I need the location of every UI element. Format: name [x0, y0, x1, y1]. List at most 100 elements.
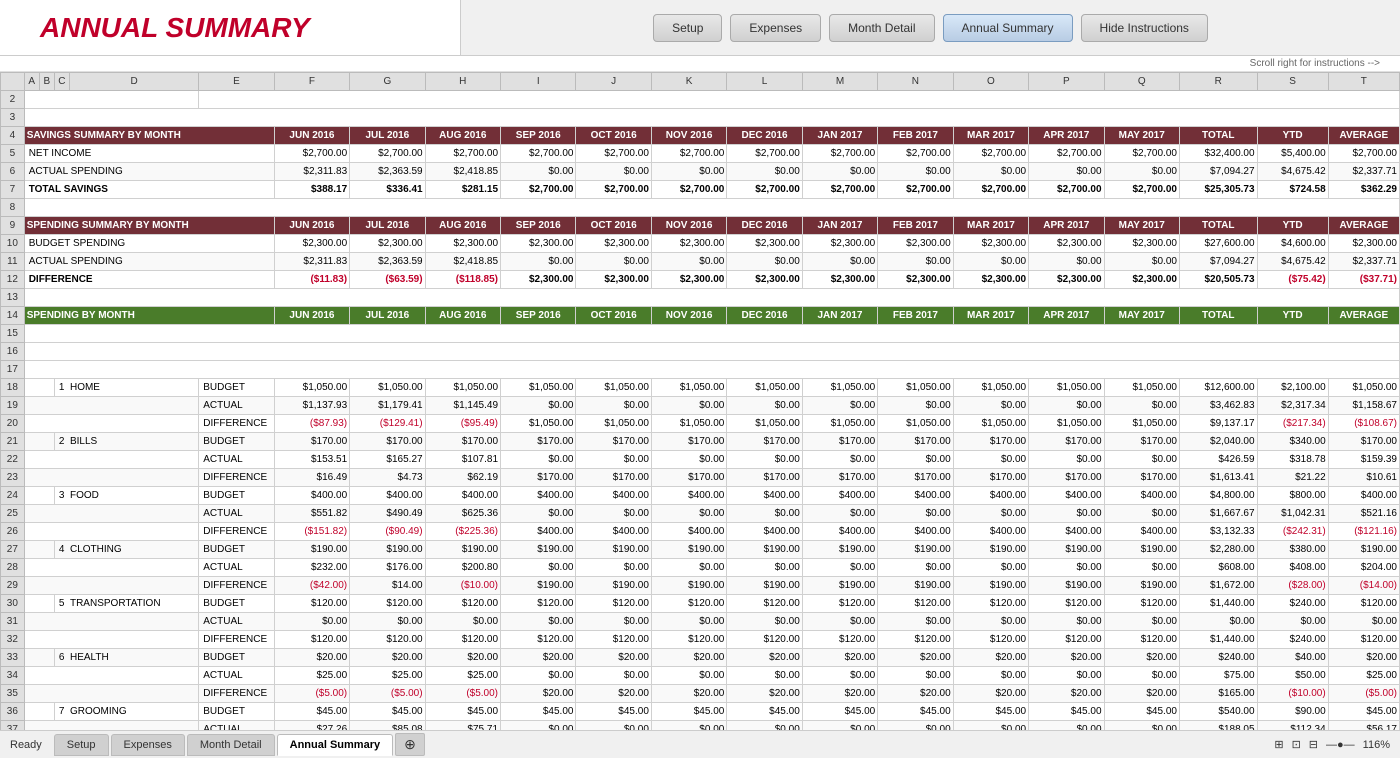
savings-jan: JAN 2017	[802, 127, 877, 145]
total-savings-label: TOTAL SAVINGS	[24, 181, 274, 199]
col-n: N	[878, 73, 953, 91]
view-break-icon[interactable]: ⊟	[1309, 738, 1318, 751]
col-k: K	[651, 73, 726, 91]
col-e: E	[199, 73, 274, 91]
row-17: 17	[1, 361, 1400, 379]
bills-budget-row: 21 2 BILLS BUDGET $170.00 $170.00 $170.0…	[1, 433, 1400, 451]
difference-summary-row: 12 DIFFERENCE ($11.83) ($63.59) ($118.85…	[1, 271, 1400, 289]
month-detail-button[interactable]: Month Detail	[829, 14, 934, 42]
col-a: A	[24, 73, 39, 91]
col-l: L	[727, 73, 802, 91]
health-diff-row: 35 DIFFERENCE ($5.00) ($5.00) ($5.00) $2…	[1, 685, 1400, 703]
buttons-area: Setup Expenses Month Detail Annual Summa…	[460, 0, 1400, 55]
savings-section-header: SAVINGS SUMMARY BY MONTH	[24, 127, 274, 145]
col-s: S	[1257, 73, 1328, 91]
col-h: H	[425, 73, 500, 91]
col-i: I	[501, 73, 576, 91]
expenses-button[interactable]: Expenses	[730, 14, 821, 42]
home-budget-row: 18 1 HOME BUDGET $1,050.00 $1,050.00 $1,…	[1, 379, 1400, 397]
ready-label: Ready	[10, 739, 42, 751]
status-left: Ready Setup Expenses Month Detail Annual…	[10, 733, 425, 756]
status-right: ⊞ ⊡ ⊟ —●— 116%	[1274, 738, 1390, 751]
savings-jul: JUL 2016	[350, 127, 425, 145]
savings-feb: FEB 2017	[878, 127, 953, 145]
annual-summary-button[interactable]: Annual Summary	[943, 14, 1073, 42]
savings-nov: NOV 2016	[651, 127, 726, 145]
savings-may: MAY 2017	[1104, 127, 1179, 145]
col-m: M	[802, 73, 877, 91]
grooming-budget-row: 36 7 GROOMING BUDGET $45.00 $45.00 $45.0…	[1, 703, 1400, 721]
tab-setup[interactable]: Setup	[54, 734, 109, 756]
grid-wrapper: A B C D E F G H I J K L M N O P Q	[0, 72, 1400, 730]
col-p: P	[1029, 73, 1104, 91]
scroll-hint: Scroll right for instructions -->	[1250, 58, 1380, 69]
zoom-slider[interactable]: —●—	[1326, 739, 1355, 751]
top-area: ANNUAL SUMMARY Setup Expenses Month Deta…	[0, 0, 1400, 56]
col-b: B	[39, 73, 54, 91]
spending-section-header: SPENDING SUMMARY BY MONTH	[24, 217, 274, 235]
savings-apr: APR 2017	[1029, 127, 1104, 145]
add-sheet-button[interactable]: ⊕	[395, 733, 425, 756]
food-budget-row: 24 3 FOOD BUDGET $400.00 $400.00 $400.00…	[1, 487, 1400, 505]
transportation-diff-row: 32 DIFFERENCE $120.00 $120.00 $120.00 $1…	[1, 631, 1400, 649]
tab-annual-summary[interactable]: Annual Summary	[277, 734, 393, 756]
view-normal-icon[interactable]: ⊞	[1274, 738, 1283, 751]
zoom-level: 116%	[1363, 739, 1390, 751]
actual-spending-savings-row: 6 ACTUAL SPENDING $2,311.83 $2,363.59 $2…	[1, 163, 1400, 181]
col-t: T	[1328, 73, 1399, 91]
net-income-row: 5 NET INCOME $2,700.00 $2,700.00 $2,700.…	[1, 145, 1400, 163]
savings-oct: OCT 2016	[576, 127, 651, 145]
tab-expenses[interactable]: Expenses	[111, 734, 185, 756]
savings-aug: AUG 2016	[425, 127, 500, 145]
col-q: Q	[1104, 73, 1179, 91]
clothing-actual-row: 28 ACTUAL $232.00 $176.00 $200.80 $0.00 …	[1, 559, 1400, 577]
title-area: ANNUAL SUMMARY	[0, 0, 460, 55]
food-actual-row: 25 ACTUAL $551.82 $490.49 $625.36 $0.00 …	[1, 505, 1400, 523]
home-diff-row: 20 DIFFERENCE ($87.93) ($129.41) ($95.49…	[1, 415, 1400, 433]
savings-jun: JUN 2016	[274, 127, 349, 145]
transportation-budget-row: 30 5 TRANSPORTATION BUDGET $120.00 $120.…	[1, 595, 1400, 613]
setup-button[interactable]: Setup	[653, 14, 722, 42]
col-j: J	[576, 73, 651, 91]
col-g: G	[350, 73, 425, 91]
spending-by-month-header: SPENDING BY MONTH	[24, 307, 274, 325]
budget-spending-row: 10 BUDGET SPENDING $2,300.00 $2,300.00 $…	[1, 235, 1400, 253]
col-c: C	[54, 73, 69, 91]
corner-cell	[1, 73, 25, 91]
health-actual-row: 34 ACTUAL $25.00 $25.00 $25.00 $0.00 $0.…	[1, 667, 1400, 685]
row-13: 13	[1, 289, 1400, 307]
food-diff-row: 26 DIFFERENCE ($151.82) ($90.49) ($225.3…	[1, 523, 1400, 541]
savings-total: TOTAL	[1179, 127, 1257, 145]
app-container: ANNUAL SUMMARY Setup Expenses Month Deta…	[0, 0, 1400, 758]
row-16: 16	[1, 343, 1400, 361]
status-bar: Ready Setup Expenses Month Detail Annual…	[0, 730, 1400, 758]
col-d: D	[69, 73, 198, 91]
savings-dec: DEC 2016	[727, 127, 802, 145]
grooming-actual-row: 37 ACTUAL $27.26 $85.08 $75.71 $0.00 $0.…	[1, 721, 1400, 731]
savings-average: AVERAGE	[1328, 127, 1399, 145]
clothing-budget-row: 27 4 CLOTHING BUDGET $190.00 $190.00 $19…	[1, 541, 1400, 559]
row-15: 15	[1, 325, 1400, 343]
hide-instructions-button[interactable]: Hide Instructions	[1081, 14, 1208, 42]
spending-summary-header-row: 9 SPENDING SUMMARY BY MONTH JUN 2016 JUL…	[1, 217, 1400, 235]
row-3: 3	[1, 109, 1400, 127]
actual-spending-savings-label: ACTUAL SPENDING	[24, 163, 274, 181]
col-header-row: A B C D E F G H I J K L M N O P Q	[1, 73, 1400, 91]
page-title: ANNUAL SUMMARY	[40, 12, 310, 44]
bills-actual-row: 22 ACTUAL $153.51 $165.27 $107.81 $0.00 …	[1, 451, 1400, 469]
transportation-actual-row: 31 ACTUAL $0.00 $0.00 $0.00 $0.00 $0.00 …	[1, 613, 1400, 631]
health-budget-row: 33 6 HEALTH BUDGET $20.00 $20.00 $20.00 …	[1, 649, 1400, 667]
actual-spending-summary-row: 11 ACTUAL SPENDING $2,311.83 $2,363.59 $…	[1, 253, 1400, 271]
tab-month-detail[interactable]: Month Detail	[187, 734, 275, 756]
col-r: R	[1179, 73, 1257, 91]
row-8: 8	[1, 199, 1400, 217]
view-page-icon[interactable]: ⊡	[1292, 738, 1301, 751]
bills-diff-row: 23 DIFFERENCE $16.49 $4.73 $62.19 $170.0…	[1, 469, 1400, 487]
clothing-diff-row: 29 DIFFERENCE ($42.00) $14.00 ($10.00) $…	[1, 577, 1400, 595]
row-2: 2	[1, 91, 1400, 109]
savings-header-row: 4 SAVINGS SUMMARY BY MONTH JUN 2016 JUL …	[1, 127, 1400, 145]
col-f: F	[274, 73, 349, 91]
total-savings-row: 7 TOTAL SAVINGS $388.17 $336.41 $281.15 …	[1, 181, 1400, 199]
home-actual-row: 19 ACTUAL $1,137.93 $1,179.41 $1,145.49 …	[1, 397, 1400, 415]
savings-mar: MAR 2017	[953, 127, 1028, 145]
